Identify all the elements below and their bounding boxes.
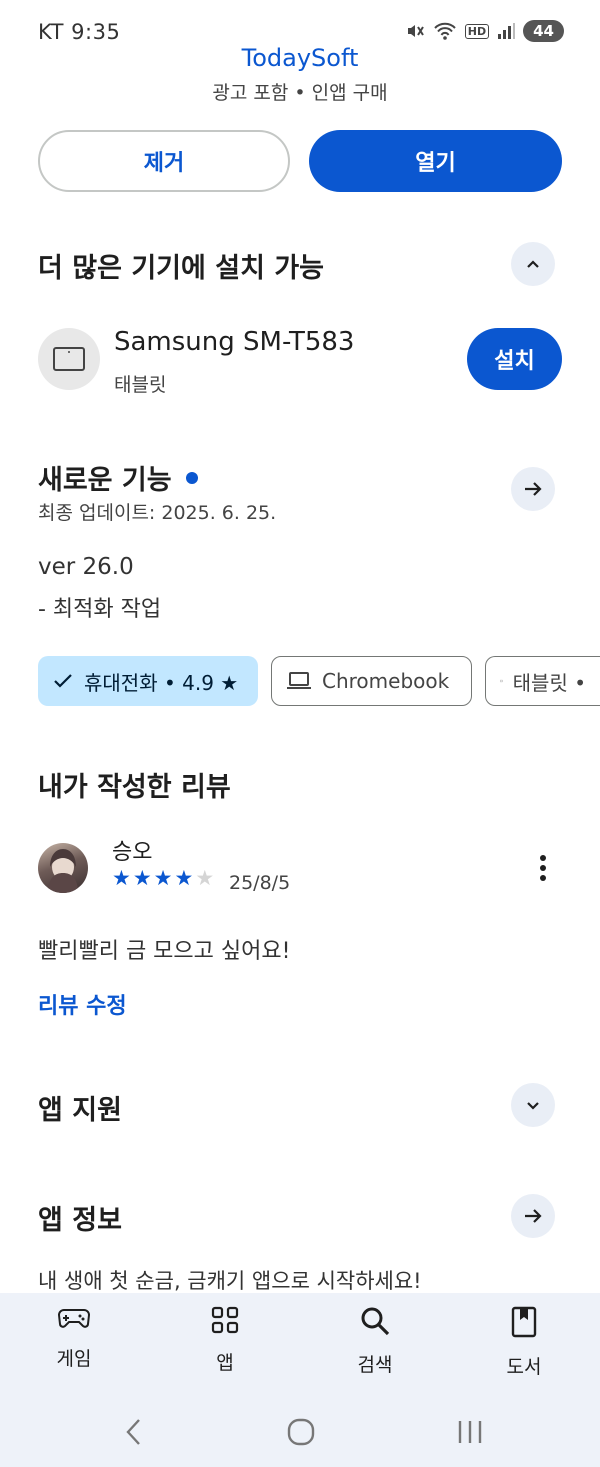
star-icon: ★ xyxy=(112,866,131,890)
chip-phone[interactable]: 휴대전화 • 4.9 ★ xyxy=(38,656,258,706)
nav-games-label: 게임 xyxy=(56,1348,92,1370)
tablet-small-icon xyxy=(500,680,503,682)
nav-apps[interactable]: 앱 xyxy=(175,1306,275,1375)
signal-icon xyxy=(498,23,516,39)
star-icon: ★ xyxy=(132,866,152,890)
carrier-time: KT 9:35 xyxy=(38,20,121,44)
version-text: ver 26.0 xyxy=(38,554,134,580)
system-home-button[interactable] xyxy=(287,1418,315,1450)
apps-grid-icon xyxy=(211,1306,239,1334)
chip-tablet-label: 태블릿 • xyxy=(512,670,586,695)
system-recents-button[interactable] xyxy=(456,1418,484,1450)
chevron-up-icon xyxy=(527,260,539,268)
developer-link[interactable]: TodaySoft xyxy=(0,44,600,72)
app-info-description: 내 생애 첫 순금, 금캐기 앱으로 시작하세요! xyxy=(38,1269,422,1293)
app-support-title: 앱 지원 xyxy=(38,1095,122,1126)
new-dot-icon xyxy=(185,471,198,484)
nav-apps-label: 앱 xyxy=(216,1352,234,1374)
recents-icon xyxy=(458,1421,482,1443)
tablet-icon xyxy=(53,347,85,371)
install-button[interactable]: 설치 xyxy=(467,328,562,390)
review-date: 25/8/5 xyxy=(229,872,291,894)
nav-books[interactable]: 도서 xyxy=(474,1306,574,1379)
star-icon: ★ xyxy=(174,866,194,890)
system-back-button[interactable] xyxy=(124,1418,144,1450)
tablet-device-icon-wrap xyxy=(38,328,100,390)
back-icon xyxy=(126,1419,140,1445)
chip-tablet[interactable]: 태블릿 • xyxy=(485,656,600,706)
nav-books-label: 도서 xyxy=(506,1356,542,1378)
nav-games[interactable]: 게임 xyxy=(24,1306,124,1371)
nav-search[interactable]: 검색 xyxy=(325,1306,425,1377)
whats-new-title: 새로운 기능 xyxy=(38,465,172,496)
chip-chromebook-label: Chromebook xyxy=(322,669,450,693)
chevron-down-icon xyxy=(527,1102,539,1110)
review-text: 빨리빨리 금 모으고 싶어요! xyxy=(38,939,291,964)
device-name: Samsung SM-T583 xyxy=(114,327,355,357)
remove-button[interactable]: 제거 xyxy=(38,130,290,192)
app-support-expand-button[interactable] xyxy=(511,1083,555,1127)
whats-new-arrow-button[interactable] xyxy=(511,467,555,511)
whats-new-header: 새로운 기능 xyxy=(38,458,198,497)
open-button[interactable]: 열기 xyxy=(309,130,562,192)
hd-icon: HD xyxy=(464,23,490,39)
avatar xyxy=(38,843,88,893)
reviewer-name: 승오 xyxy=(112,840,153,865)
battery-indicator: 44 xyxy=(523,20,564,42)
gamepad-icon xyxy=(58,1309,90,1328)
chip-phone-label: 휴대전화 • 4.9 ★ xyxy=(84,670,239,695)
app-subtitle: 광고 포함 • 인앱 구매 xyxy=(212,82,388,104)
star-icon: ★ xyxy=(153,866,173,890)
my-review-title: 내가 작성한 리뷰 xyxy=(38,772,231,803)
app-info-title: 앱 정보 xyxy=(38,1205,122,1236)
more-devices-title: 더 많은 기기에 설치 가능 xyxy=(38,253,324,284)
laptop-icon xyxy=(287,672,311,689)
check-icon xyxy=(54,674,72,688)
app-info-arrow-button[interactable] xyxy=(511,1194,555,1238)
last-updated: 최종 업데이트: 2025. 6. 25. xyxy=(38,502,277,524)
star-empty-icon: ★ xyxy=(195,866,215,890)
search-icon xyxy=(361,1307,390,1336)
book-icon xyxy=(511,1306,537,1338)
collapse-button[interactable] xyxy=(511,242,555,286)
device-type: 태블릿 xyxy=(114,374,167,396)
arrow-right-icon xyxy=(525,482,542,496)
status-icons: HD 44 xyxy=(405,20,564,42)
edit-review-link[interactable]: 리뷰 수정 xyxy=(38,988,127,1020)
mute-icon xyxy=(407,25,424,37)
wifi-icon xyxy=(434,22,456,40)
more-vert-icon xyxy=(540,855,546,881)
arrow-right-icon xyxy=(525,1209,542,1223)
chip-chromebook[interactable]: Chromebook xyxy=(271,656,472,706)
nav-search-label: 검색 xyxy=(357,1354,393,1376)
avatar-image xyxy=(48,849,78,893)
update-note: - 최적화 작업 xyxy=(38,597,162,622)
review-menu-button[interactable] xyxy=(528,848,558,888)
review-rating: ★ ★ ★ ★ ★ xyxy=(112,866,214,890)
home-icon xyxy=(287,1418,315,1446)
